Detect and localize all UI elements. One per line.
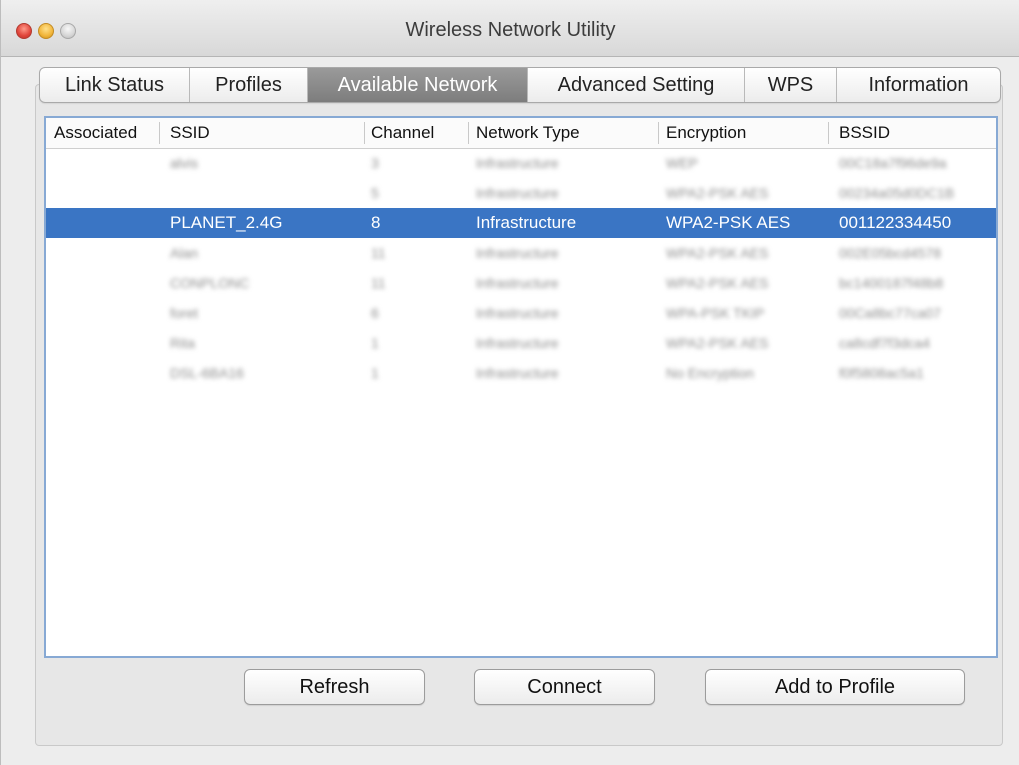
row-bssid: 00234a05d0DC1B — [839, 185, 955, 201]
column-header-bssid[interactable]: BSSID — [839, 118, 890, 148]
row-network-type: Infrastructure — [476, 185, 559, 201]
row-channel: 3 — [371, 155, 379, 171]
tab-link-status[interactable]: Link Status — [40, 68, 190, 102]
row-channel: 11 — [371, 275, 386, 291]
tab-available-network[interactable]: Available Network — [308, 68, 528, 102]
table-row[interactable]: Rita 1 Infrastructure WPA2-PSK AES ca8cdf7f3… — [46, 328, 996, 358]
tab-advanced-setting[interactable]: Advanced Setting — [528, 68, 745, 102]
tab-profiles[interactable]: Profiles — [190, 68, 308, 102]
row-channel: 1 — [371, 365, 379, 381]
row-bssid: 00C18a7f96de9a — [839, 155, 947, 171]
row-encryption: WPA2-PSK AES — [666, 213, 791, 232]
title-bar[interactable]: Wireless Network Utility — [1, 0, 1019, 57]
row-network-type: Infrastructure — [476, 155, 559, 171]
column-header-ssid[interactable]: SSID — [170, 118, 210, 148]
row-network-type: Infrastructure — [476, 275, 559, 291]
row-encryption: WPA-PSK TKIP — [666, 305, 765, 321]
row-encryption: No Encryption — [666, 365, 754, 381]
row-encryption: WPA2-PSK AES — [666, 335, 769, 351]
row-ssid: Rita — [170, 335, 195, 351]
row-network-type: Infrastructure — [476, 245, 559, 261]
row-network-type: Infrastructure — [476, 335, 559, 351]
row-encryption: WEP — [666, 155, 698, 171]
row-encryption: WPA2-PSK AES — [666, 185, 769, 201]
table-row[interactable]: alvis 3 Infrastructure WEP 00C18a7f96de9a — [46, 148, 996, 178]
tab-information[interactable]: Information — [837, 68, 1000, 102]
row-channel: 1 — [371, 335, 379, 351]
row-network-type: Infrastructure — [476, 365, 559, 381]
row-bssid: ca8cdf7f3dca4 — [839, 335, 931, 351]
column-header-associated[interactable]: Associated — [54, 118, 137, 148]
row-channel: 8 — [371, 213, 381, 232]
window-title: Wireless Network Utility — [405, 19, 616, 41]
row-ssid: PLANET_2.4G — [170, 213, 283, 232]
row-encryption: WPA2-PSK AES — [666, 245, 769, 261]
column-header-network-type[interactable]: Network Type — [476, 118, 580, 148]
tab-bar: Link Status Profiles Available Network A… — [39, 67, 1001, 103]
table-row[interactable]: foret 6 Infrastructure WPA-PSK TKIP 00Ca8bc7… — [46, 298, 996, 328]
row-ssid: Alan — [170, 245, 199, 261]
row-bssid: 001122334450 — [839, 213, 952, 232]
connect-button[interactable]: Connect — [474, 669, 655, 705]
row-ssid: DSL-6BA16 — [170, 365, 244, 381]
table-row[interactable]: DSL-6BA16 1 Infrastructure No Encryption f0f… — [46, 358, 996, 388]
tab-wps[interactable]: WPS — [745, 68, 837, 102]
row-bssid: 00Ca8bc77ca07 — [839, 305, 941, 321]
app-window: Wireless Network Utility Link Status Pro… — [0, 0, 1019, 765]
row-bssid: f0f5808ac5a1 — [839, 365, 924, 381]
column-header-encryption[interactable]: Encryption — [666, 118, 746, 148]
table-row[interactable]: Alan 11 Infrastructure WPA2-PSK AES 002E05bc… — [46, 238, 996, 268]
row-encryption: WPA2-PSK AES — [666, 275, 769, 291]
row-ssid: foret — [170, 305, 199, 321]
row-bssid: 002E05bcd4578 — [839, 245, 941, 261]
add-to-profile-button[interactable]: Add to Profile — [705, 669, 965, 705]
row-ssid: CONPLONC — [170, 275, 250, 291]
table-row[interactable]: 5 Infrastructure WPA2-PSK AES 00234a05d0DC1… — [46, 178, 996, 208]
row-channel: 5 — [371, 185, 379, 201]
row-channel: 11 — [371, 245, 386, 261]
list-header: Associated SSID Channel Network Type Enc… — [46, 118, 996, 149]
column-header-channel[interactable]: Channel — [371, 118, 434, 148]
row-network-type: Infrastructure — [476, 305, 559, 321]
row-channel: 6 — [371, 305, 379, 321]
network-list[interactable]: Associated SSID Channel Network Type Enc… — [44, 116, 998, 658]
row-bssid: bc1400187f48b8 — [839, 275, 944, 291]
table-row[interactable]: PLANET_2.4G 8 Infrastructure WPA2-PSK AES 00… — [46, 208, 996, 238]
table-row[interactable]: CONPLONC 11 Infrastructure WPA2-PSK AES bc14… — [46, 268, 996, 298]
refresh-button[interactable]: Refresh — [244, 669, 425, 705]
row-network-type: Infrastructure — [476, 213, 577, 232]
row-ssid: alvis — [170, 155, 199, 171]
